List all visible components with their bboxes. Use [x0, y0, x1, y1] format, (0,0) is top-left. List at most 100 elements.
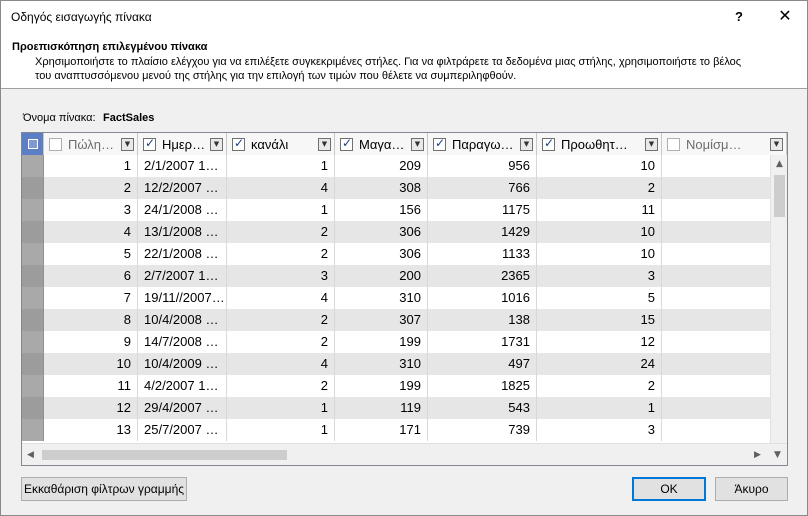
- table-row[interactable]: 1229/4/2007 …111954311: [22, 397, 787, 419]
- column-header: Παραγω… ▼: [428, 133, 537, 155]
- table-row[interactable]: 114/2/2007 1…2199182521: [22, 375, 787, 397]
- filter-dropdown-icon[interactable]: ▼: [645, 137, 658, 151]
- table-cell: 956: [428, 155, 537, 177]
- filter-dropdown-icon[interactable]: ▼: [520, 137, 533, 151]
- row-selector[interactable]: [22, 265, 44, 287]
- table-cell: 10/4/2008 …: [138, 309, 227, 331]
- table-row[interactable]: 1325/7/2007 …117173931: [22, 419, 787, 441]
- table-row[interactable]: 1010/4/2009 …4310497241: [22, 353, 787, 375]
- column-header-label: Ημερ…: [162, 136, 206, 152]
- row-selector[interactable]: [22, 287, 44, 309]
- table-row[interactable]: 62/7/2007 1…3200236531: [22, 265, 787, 287]
- table-cell: 14/7/2008 …: [138, 331, 227, 353]
- header-description: Χρησιμοποιήστε το πλαίσιο ελέγχου για να…: [35, 56, 742, 82]
- table-cell: 1175: [428, 199, 537, 221]
- column-checkbox[interactable]: [49, 137, 62, 151]
- column-checkbox[interactable]: [542, 136, 555, 151]
- column-header-label: Μαγα…: [359, 136, 405, 152]
- table-cell: 1: [662, 221, 787, 243]
- row-selector[interactable]: [22, 331, 44, 353]
- table-cell: 209: [335, 155, 428, 177]
- table-row[interactable]: 522/1/2008 …23061133101: [22, 243, 787, 265]
- table-cell: 199: [335, 375, 428, 397]
- row-selector[interactable]: [22, 221, 44, 243]
- header-heading: Προεπισκόπηση επιλεγμένου πίνακα: [12, 41, 208, 53]
- table-cell: 19/11//2007…: [138, 287, 227, 309]
- table-row[interactable]: 324/1/2008 …11561175111: [22, 199, 787, 221]
- table-cell: 29/4/2007 …: [138, 397, 227, 419]
- column-header-label: Νομίσμ…: [686, 136, 742, 152]
- scroll-up-icon[interactable]: ▲: [771, 155, 787, 172]
- table-cell: 200: [335, 265, 428, 287]
- row-selector[interactable]: [22, 243, 44, 265]
- table-name-value: FactSales: [103, 112, 155, 124]
- row-selector[interactable]: [22, 353, 44, 375]
- table-cell: 1: [662, 243, 787, 265]
- filter-dropdown-icon[interactable]: ▼: [411, 137, 424, 151]
- table-cell: 310: [335, 353, 428, 375]
- table-cell: 739: [428, 419, 537, 441]
- table-cell: 1016: [428, 287, 537, 309]
- select-all-corner[interactable]: [22, 133, 44, 155]
- table-cell: 1133: [428, 243, 537, 265]
- column-checkbox[interactable]: [340, 136, 353, 151]
- row-selector[interactable]: [22, 177, 44, 199]
- close-button[interactable]: ✕: [765, 1, 805, 31]
- row-selector[interactable]: [22, 397, 44, 419]
- table-cell: 1429: [428, 221, 537, 243]
- table-cell: 171: [335, 419, 428, 441]
- scroll-down-icon[interactable]: ▼: [769, 446, 786, 463]
- help-button[interactable]: ?: [719, 1, 759, 31]
- table-row[interactable]: 914/7/2008 …21991731121: [22, 331, 787, 353]
- table-row[interactable]: 12/1/2007 1…1209956101: [22, 155, 787, 177]
- column-header: Μαγα… ▼: [335, 133, 428, 155]
- horizontal-scrollbar[interactable]: ◀ ▶ ▼: [22, 443, 787, 465]
- window-title: Οδηγός εισαγωγής πίνακα: [11, 10, 152, 24]
- column-checkbox[interactable]: [143, 136, 156, 151]
- scroll-right-icon[interactable]: ▶: [749, 446, 766, 463]
- vertical-scroll-thumb[interactable]: [774, 175, 785, 217]
- table-cell: 306: [335, 243, 428, 265]
- table-cell: 1: [662, 375, 787, 397]
- ok-button[interactable]: OK: [632, 477, 706, 501]
- grid-body: 12/1/2007 1…1209956101212/2/2007 …430876…: [22, 155, 787, 443]
- table-row[interactable]: 810/4/2008 …2307138151: [22, 309, 787, 331]
- row-selector[interactable]: [22, 375, 44, 397]
- table-cell: 1: [662, 397, 787, 419]
- preview-grid: Πώλη…▼Ημερ…▼κανάλι▼Μαγα…▼Παραγω…▼Προωθητ…: [21, 132, 788, 466]
- filter-dropdown-icon[interactable]: ▼: [770, 137, 783, 151]
- table-cell: 1: [662, 309, 787, 331]
- row-selector[interactable]: [22, 155, 44, 177]
- row-selector[interactable]: [22, 419, 44, 441]
- table-cell: 1: [662, 199, 787, 221]
- vertical-scrollbar[interactable]: ▲: [770, 155, 787, 443]
- column-header-label: κανάλι: [251, 136, 289, 152]
- table-cell: 3: [227, 265, 335, 287]
- table-cell: 10: [537, 243, 662, 265]
- table-row[interactable]: 212/2/2007 …430876621: [22, 177, 787, 199]
- column-checkbox[interactable]: [433, 136, 446, 151]
- filter-dropdown-icon[interactable]: ▼: [318, 137, 331, 151]
- table-cell: 1: [662, 155, 787, 177]
- table-cell: 308: [335, 177, 428, 199]
- filter-dropdown-icon[interactable]: ▼: [121, 137, 134, 151]
- table-cell: 1: [662, 265, 787, 287]
- table-cell: 4: [227, 353, 335, 375]
- filter-dropdown-icon[interactable]: ▼: [210, 137, 223, 151]
- table-cell: 1731: [428, 331, 537, 353]
- table-cell: 1: [662, 331, 787, 353]
- row-selector[interactable]: [22, 309, 44, 331]
- cancel-button[interactable]: Άκυρο: [715, 477, 788, 501]
- clear-row-filters-button[interactable]: Εκκαθάριση φίλτρων γραμμής: [21, 477, 187, 501]
- column-checkbox[interactable]: [232, 136, 245, 151]
- table-cell: 3: [44, 199, 138, 221]
- table-cell: 4: [227, 177, 335, 199]
- table-cell: 12: [44, 397, 138, 419]
- table-row[interactable]: 413/1/2008 …23061429101: [22, 221, 787, 243]
- table-row[interactable]: 719/11//2007…4310101651: [22, 287, 787, 309]
- scroll-left-icon[interactable]: ◀: [22, 446, 39, 463]
- column-checkbox[interactable]: [667, 137, 680, 151]
- row-selector[interactable]: [22, 199, 44, 221]
- table-cell: 13: [44, 419, 138, 441]
- horizontal-scroll-thumb[interactable]: [42, 450, 287, 460]
